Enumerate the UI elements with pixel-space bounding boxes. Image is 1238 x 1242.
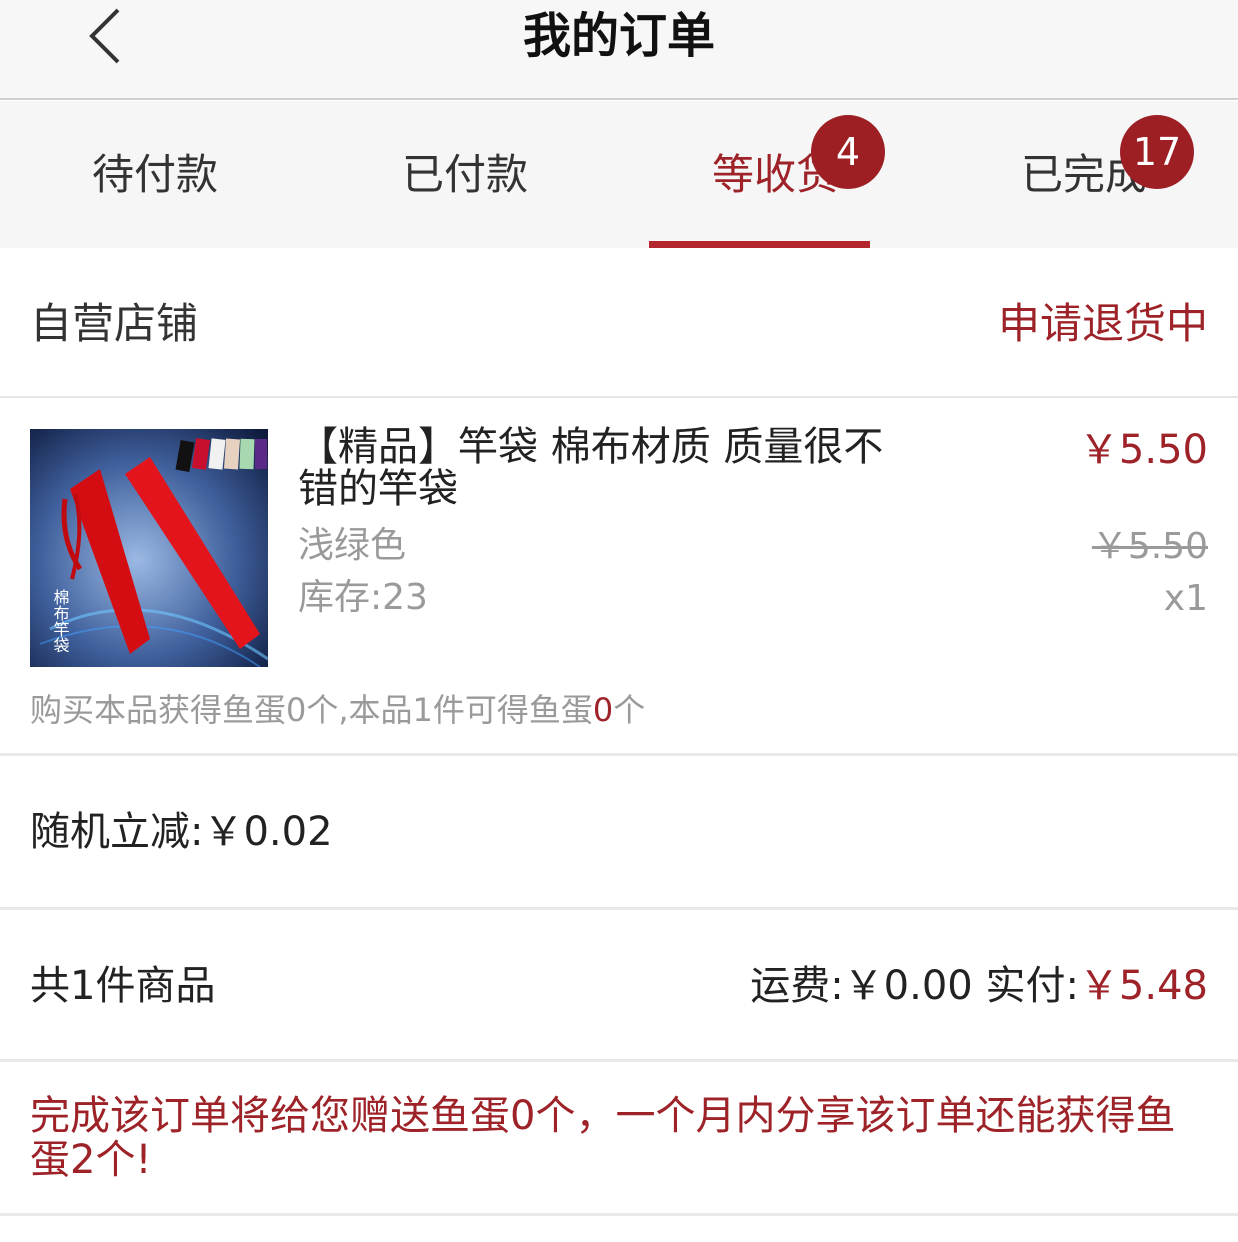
product-stock: 库存:23 bbox=[298, 577, 428, 618]
promo-text: 完成该订单将给您赠送鱼蛋0个，一个月内分享该订单还能获得鱼蛋2个! bbox=[30, 1093, 1176, 1183]
discount-row: 随机立减:￥0.02 bbox=[0, 758, 1238, 910]
order-status: 申请退货中 bbox=[997, 299, 1208, 348]
reward-value: 0 bbox=[592, 691, 614, 729]
count-badge: 4 bbox=[811, 115, 885, 189]
product-item[interactable]: 棉布竿袋 【精品】竿袋 棉布材质 质量很不错的竿袋 浅绿色 库存:23 ￥5.5… bbox=[0, 398, 1238, 756]
product-quantity: x1 bbox=[1163, 578, 1208, 619]
random-discount: 随机立减:￥0.02 bbox=[30, 809, 333, 855]
reward-info-suffix: 个 bbox=[613, 691, 646, 729]
reward-info: 购买本品获得鱼蛋0个,本品1件可得鱼蛋0个 bbox=[30, 690, 645, 730]
tab-paid[interactable]: 已付款 bbox=[310, 101, 620, 248]
reward-promo: 完成该订单将给您赠送鱼蛋0个，一个月内分享该订单还能获得鱼蛋2个! bbox=[0, 1062, 1238, 1216]
reward-info-text: 购买本品获得鱼蛋0个,本品1件可得鱼蛋 bbox=[30, 691, 593, 729]
page-title: 我的订单 bbox=[522, 8, 715, 64]
original-price: ￥5.50 bbox=[1091, 526, 1208, 567]
product-photo: 棉布竿袋 bbox=[30, 429, 268, 667]
tab-completed[interactable]: 已完成 17 bbox=[930, 101, 1238, 248]
product-photo-caption: 棉布竿袋 bbox=[51, 589, 70, 653]
product-spec: 浅绿色 bbox=[298, 525, 407, 566]
product-image[interactable]: 棉布竿袋 bbox=[30, 429, 268, 667]
navigation-bar: 我的订单 bbox=[0, 0, 1238, 100]
paid-amount: ￥5.48 bbox=[1078, 963, 1208, 1009]
payment-summary: 运费:￥0.00 实付:￥5.48 bbox=[750, 958, 1208, 1014]
order-total-row: 共1件商品 运费:￥0.00 实付:￥5.48 bbox=[0, 910, 1238, 1062]
shop-name: 自营店铺 bbox=[30, 299, 199, 348]
item-count: 共1件商品 bbox=[30, 963, 216, 1009]
tab-pending-payment[interactable]: 待付款 bbox=[0, 101, 310, 248]
order-status-tabs: 待付款 已付款 等收货 4 已完成 17 bbox=[0, 101, 1238, 248]
product-price: ￥5.50 bbox=[1078, 427, 1208, 473]
shop-header[interactable]: 自营店铺 申请退货中 bbox=[0, 250, 1238, 398]
tab-label: 已付款 bbox=[401, 150, 528, 199]
tab-awaiting-delivery[interactable]: 等收货 4 bbox=[620, 101, 930, 248]
shipping-and-paid-label: 运费:￥0.00 实付: bbox=[750, 963, 1079, 1009]
product-title: 【精品】竿袋 棉布材质 质量很不错的竿袋 bbox=[298, 424, 884, 512]
active-tab-indicator bbox=[649, 241, 870, 248]
tab-label: 待付款 bbox=[91, 150, 218, 199]
count-badge: 17 bbox=[1120, 115, 1194, 189]
